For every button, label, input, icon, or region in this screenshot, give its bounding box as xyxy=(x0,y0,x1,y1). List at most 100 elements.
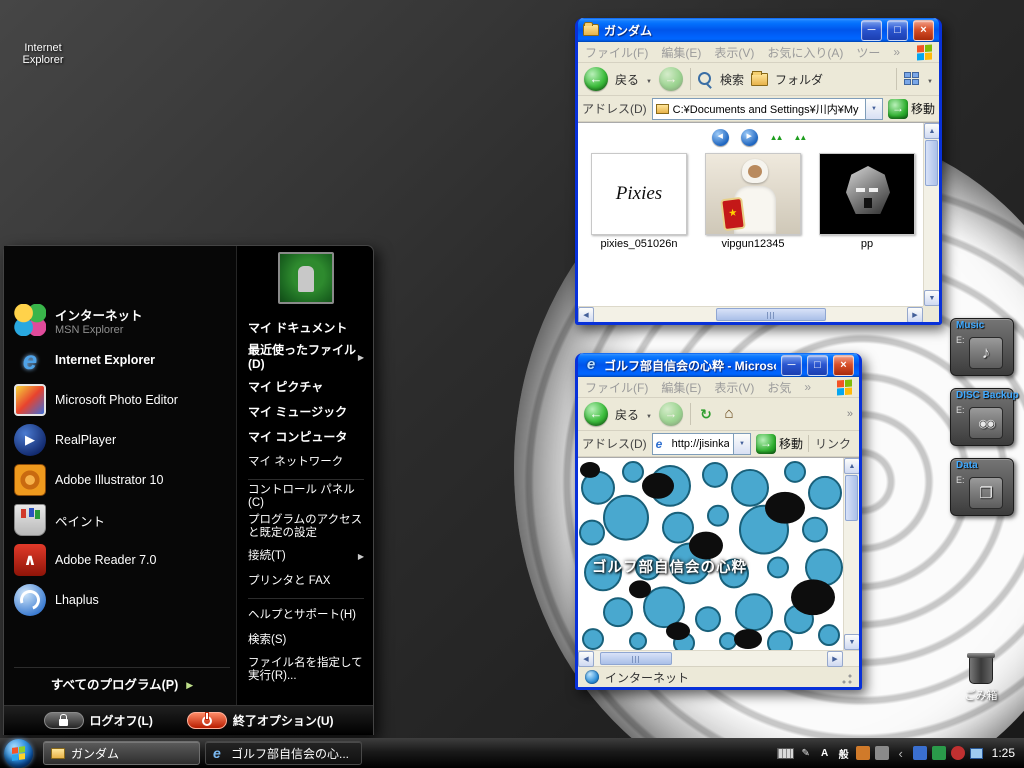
tray-status-icon[interactable] xyxy=(950,746,965,760)
menu-overflow[interactable]: » xyxy=(804,380,811,394)
user-avatar[interactable] xyxy=(278,252,334,304)
scroll-up-button[interactable] xyxy=(924,123,939,139)
vertical-scrollbar[interactable] xyxy=(923,123,939,306)
start-item-adobe-reader[interactable]: Adobe Reader 7.0 xyxy=(14,540,230,580)
address-dropdown-button[interactable] xyxy=(732,433,750,454)
start-item-my-documents[interactable]: マイ ドキュメント xyxy=(248,316,364,341)
back-dropdown-icon[interactable] xyxy=(646,407,652,421)
minimize-button[interactable]: ─ xyxy=(781,354,802,376)
address-value[interactable]: http://jisinkai. xyxy=(672,438,729,450)
start-item-run[interactable]: ファイル名を指定して実行(R)... xyxy=(248,653,364,687)
start-item-control-panel[interactable]: コントロール パネル(C) xyxy=(248,484,364,510)
file-item[interactable]: vipgun12345 xyxy=(704,153,802,250)
go-button[interactable]: 移動 xyxy=(755,433,803,454)
views-icon[interactable] xyxy=(904,72,920,86)
search-button-label[interactable]: 検索 xyxy=(720,71,744,88)
scroll-right-button[interactable] xyxy=(907,307,923,322)
start-item-search[interactable]: 検索(S) xyxy=(248,628,364,653)
tray-messenger-icon[interactable] xyxy=(912,746,927,760)
scrollbar-thumb[interactable] xyxy=(845,475,858,521)
shutdown-button[interactable]: 終了オプション(U) xyxy=(186,712,334,729)
thumbnail-image-gundam[interactable] xyxy=(819,153,915,235)
horizontal-scrollbar[interactable] xyxy=(578,650,859,667)
scrollbar-thumb[interactable] xyxy=(925,140,938,186)
thumbnail-image-vipgun[interactable] xyxy=(705,153,801,235)
start-item-paint[interactable]: ペイント xyxy=(14,500,230,540)
resize-grip[interactable] xyxy=(839,670,852,684)
file-name[interactable]: pp xyxy=(818,238,916,250)
maximize-button[interactable]: □ xyxy=(887,19,908,41)
start-item-my-music[interactable]: マイ ミュージック xyxy=(248,400,364,425)
address-value[interactable]: C:¥Documents and Settings¥川内¥My D xyxy=(673,101,861,117)
horizontal-scrollbar[interactable] xyxy=(578,306,923,322)
back-dropdown-icon[interactable] xyxy=(646,72,652,86)
logoff-button[interactable]: ログオフ(L) xyxy=(43,712,153,729)
scroll-down-button[interactable] xyxy=(924,290,939,306)
back-button[interactable] xyxy=(584,67,608,91)
tray-collapse-icon[interactable] xyxy=(894,746,908,760)
start-item-photo-editor[interactable]: Microsoft Photo Editor xyxy=(14,380,230,420)
ime-tools-icon[interactable] xyxy=(855,746,870,760)
start-item-help-support[interactable]: ヘルプとサポート(H) xyxy=(248,603,364,628)
start-item-recent-documents[interactable]: 最近使ったファイル(D) xyxy=(248,341,364,375)
ime-pen-icon[interactable] xyxy=(799,746,813,760)
start-item-my-pictures[interactable]: マイ ピクチャ xyxy=(248,375,364,400)
menu-view[interactable]: 表示(V) xyxy=(714,379,754,396)
menu-file[interactable]: ファイル(F) xyxy=(585,44,648,61)
thumbnail-image-pixies[interactable]: Pixies xyxy=(591,153,687,235)
scroll-left-button[interactable] xyxy=(578,651,594,667)
scroll-right-button[interactable] xyxy=(827,651,843,667)
scroll-left-button[interactable] xyxy=(578,307,594,322)
address-combo[interactable]: C:¥Documents and Settings¥川内¥My D xyxy=(651,97,883,120)
menu-view[interactable]: 表示(V) xyxy=(714,44,754,61)
ime-input-mode[interactable]: A xyxy=(818,746,832,760)
file-item[interactable]: pp xyxy=(818,153,916,250)
start-item-illustrator[interactable]: Adobe Illustrator 10 xyxy=(14,460,230,500)
start-item-printers-fax[interactable]: プリンタと FAX xyxy=(248,569,364,594)
back-button-label[interactable]: 戻る xyxy=(615,406,639,423)
start-item-my-computer[interactable]: マイ コンピュータ xyxy=(248,425,364,450)
go-button[interactable]: 移動 xyxy=(887,98,935,119)
explorer-titlebar[interactable]: ガンダム ─ □ × xyxy=(578,18,939,42)
folders-view-icon[interactable] xyxy=(750,70,768,86)
file-name[interactable]: pixies_051026n xyxy=(590,238,688,250)
close-button[interactable]: × xyxy=(913,19,934,41)
back-button[interactable] xyxy=(584,402,608,426)
start-item-lhaplus[interactable]: Lhaplus xyxy=(14,580,230,620)
sort-descending-icon[interactable] xyxy=(794,133,806,142)
menu-tools[interactable]: ツー xyxy=(856,44,880,61)
refresh-icon[interactable] xyxy=(698,406,714,422)
scroll-down-button[interactable] xyxy=(844,634,859,650)
launcher-data[interactable]: Data E: xyxy=(950,458,1014,516)
home-icon[interactable] xyxy=(721,406,737,422)
file-item[interactable]: Pixies pixies_051026n xyxy=(590,153,688,250)
recycle-bin[interactable]: ごみ箱 xyxy=(948,653,1014,703)
toolbar-overflow-icon[interactable] xyxy=(847,408,853,420)
desktop-icon-internet-explorer[interactable]: Internet Explorer xyxy=(8,6,78,66)
address-combo[interactable]: e http://jisinkai. xyxy=(651,432,751,455)
start-item-connections[interactable]: 接続(T) xyxy=(248,544,364,569)
start-item-msn-explorer[interactable]: インターネット MSN Explorer xyxy=(14,300,230,340)
minimize-button[interactable]: ─ xyxy=(861,19,882,41)
ime-keyboard-icon[interactable] xyxy=(776,747,794,759)
tray-network-icon[interactable] xyxy=(969,747,983,759)
address-dropdown-button[interactable] xyxy=(864,98,882,119)
scroll-up-button[interactable] xyxy=(844,458,859,474)
scrollbar-thumb[interactable] xyxy=(600,652,672,665)
forward-button[interactable] xyxy=(658,67,683,91)
all-programs-button[interactable]: すべてのプログラム(P) xyxy=(14,667,230,699)
menu-favorites[interactable]: お気 xyxy=(767,379,791,396)
close-button[interactable]: × xyxy=(833,354,854,376)
start-item-my-network[interactable]: マイ ネットワーク xyxy=(248,450,364,475)
launcher-music[interactable]: Music E: xyxy=(950,318,1014,376)
browser-titlebar[interactable]: e ゴルフ部自信会の心粋 - Microsoft I... ─ □ × xyxy=(578,353,859,377)
menu-file[interactable]: ファイル(F) xyxy=(585,379,648,396)
search-icon[interactable] xyxy=(697,71,713,87)
sort-ascending-icon[interactable] xyxy=(770,133,782,142)
file-name[interactable]: vipgun12345 xyxy=(704,238,802,250)
back-button-label[interactable]: 戻る xyxy=(615,71,639,88)
previous-button[interactable] xyxy=(711,129,729,146)
start-item-program-access[interactable]: プログラムのアクセスと既定の設定 xyxy=(248,510,364,544)
taskbar-task-browser[interactable]: e ゴルフ部自信会の心... xyxy=(205,741,362,765)
menu-overflow[interactable]: » xyxy=(893,45,900,59)
